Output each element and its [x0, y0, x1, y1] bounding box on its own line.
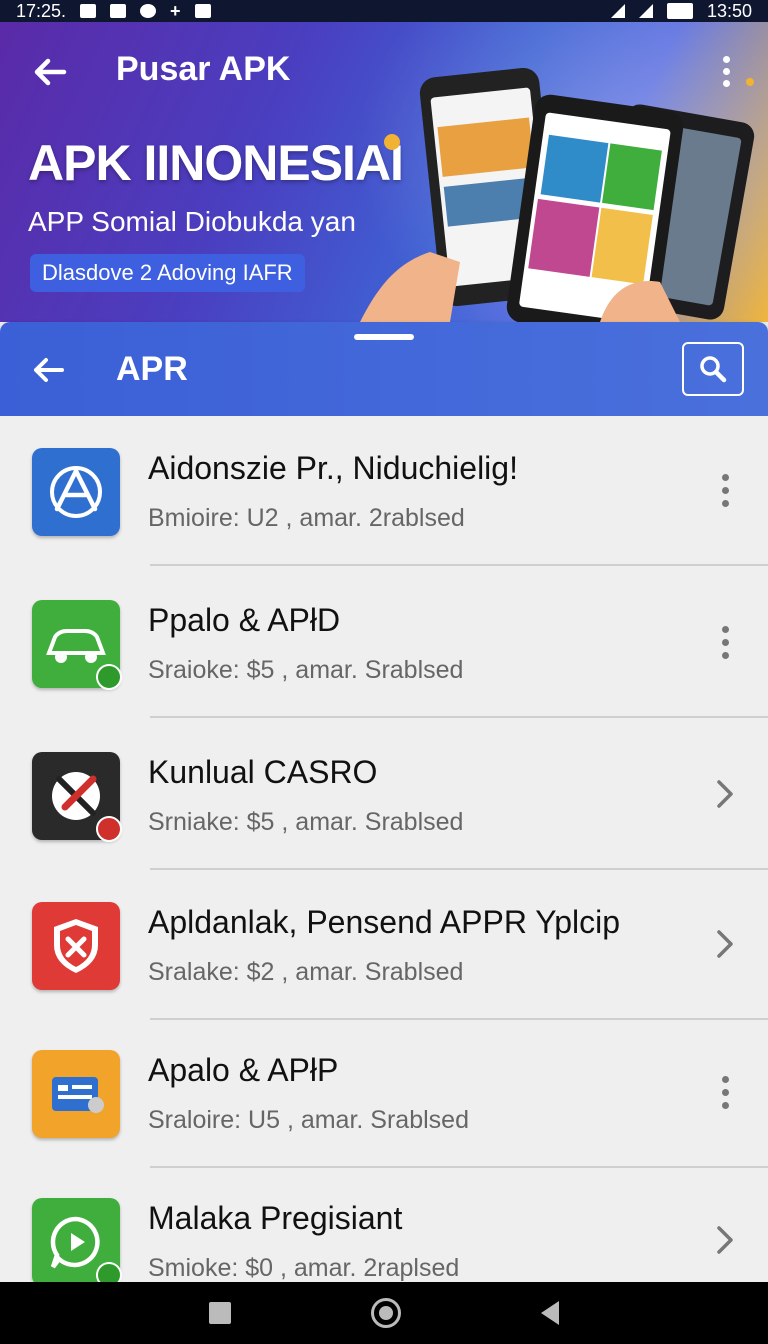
status-bar: 17:25. + 13:50	[0, 0, 768, 22]
wifi-icon	[610, 4, 625, 18]
app-subtitle: Srniake: $5 , amar. Srablsed	[148, 808, 464, 836]
chevron-right-icon[interactable]	[708, 922, 742, 966]
tools-icon	[32, 752, 122, 842]
list-item[interactable]: Apalo & APłP Sraloire: U5 , amar. Srabls…	[0, 1018, 768, 1168]
hero-subtitle: APP Somial Diobukda yan	[28, 206, 356, 237]
home-icon[interactable]	[371, 1298, 401, 1328]
app-list: Aidonszie Pr., Niduchielig! Bmioire: U2 …	[0, 416, 768, 1282]
app-subtitle: Bmioire: U2 , amar. 2rablsed	[148, 504, 465, 532]
clipboard-icon	[194, 4, 211, 18]
recents-icon[interactable]	[209, 1302, 231, 1324]
status-time: 17:25.	[16, 0, 67, 21]
id-card-icon	[32, 1050, 120, 1138]
hero-pill-button[interactable]: Dlasdove 2 Adoving IAFR	[30, 254, 305, 292]
divider	[150, 716, 768, 718]
location-icon	[140, 4, 157, 18]
chevron-right-icon[interactable]	[708, 772, 742, 816]
search-icon	[700, 356, 727, 383]
shield-icon	[32, 902, 120, 990]
system-nav-bar	[0, 1282, 768, 1344]
list-item[interactable]: Malaka Pregisiant Smioke: $0 , amar. 2ra…	[0, 1166, 768, 1282]
back-arrow-icon[interactable]	[30, 52, 70, 92]
hero-heading: APK IINONESIAI	[28, 135, 404, 191]
sheet-title: APR	[116, 350, 188, 388]
list-item[interactable]: Aidonszie Pr., Niduchielig! Bmioire: U2 …	[0, 416, 768, 566]
list-item[interactable]: Apldanlak, Pensend APPR Yplcip Sralake: …	[0, 870, 768, 1020]
phones-illustration-icon	[360, 67, 755, 322]
search-button[interactable]	[682, 342, 744, 396]
status-badge	[96, 816, 122, 842]
signal-icon	[638, 4, 653, 18]
more-options-icon[interactable]	[708, 620, 742, 664]
app-subtitle: Smioke: $0 , amar. 2raplsed	[148, 1254, 460, 1282]
app-title: Aidonszie Pr., Niduchielig!	[148, 450, 518, 486]
app-subtitle: Sraloire: U5 , amar. Srablsed	[148, 1106, 469, 1134]
app-title: Malaka Pregisiant	[148, 1200, 403, 1236]
chat-bubble-icon	[32, 1198, 122, 1282]
notification-icon	[110, 4, 127, 18]
list-item[interactable]: Ppalo & APłD Sraioke: $5 , amar. Srablse…	[0, 568, 768, 718]
car-icon	[32, 600, 122, 690]
sheet-header: APR	[0, 322, 768, 416]
app-store-icon	[32, 448, 120, 536]
status-badge	[96, 1262, 122, 1282]
status-clock: 13:50	[706, 0, 752, 21]
divider	[150, 564, 768, 566]
app-bar-title: Pusar APK	[116, 50, 291, 88]
app-subtitle: Sralake: $2 , amar. Srablsed	[148, 958, 464, 986]
more-options-icon[interactable]	[708, 468, 742, 512]
plus-icon: +	[170, 0, 181, 21]
hero-banner: Pusar APK APK IINONESIAI APP Somial Diob…	[0, 22, 768, 322]
battery-icon	[666, 3, 693, 19]
drag-handle[interactable]	[354, 334, 414, 340]
chevron-right-icon[interactable]	[708, 1218, 742, 1262]
back-arrow-icon[interactable]	[28, 350, 68, 390]
status-badge	[96, 664, 122, 690]
app-title: Ppalo & APłD	[148, 602, 341, 638]
app-title: Kunlual CASRO	[148, 754, 378, 790]
notification-icon	[80, 4, 97, 18]
list-item[interactable]: Kunlual CASRO Srniake: $5 , amar. Srabls…	[0, 720, 768, 870]
app-title: Apldanlak, Pensend APPR Yplcip	[148, 904, 621, 940]
nav-back-icon[interactable]	[541, 1301, 559, 1325]
app-title: Apalo & APłP	[148, 1052, 339, 1088]
app-subtitle: Sraioke: $5 , amar. Srablsed	[148, 656, 464, 684]
more-options-icon[interactable]	[708, 1070, 742, 1114]
